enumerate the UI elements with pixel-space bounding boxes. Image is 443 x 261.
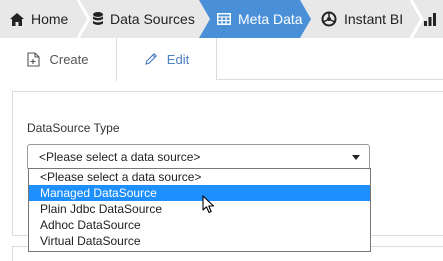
dropdown-option-managed[interactable]: Managed DataSource	[29, 185, 370, 201]
dropdown-option-adhoc[interactable]: Adhoc DataSource	[29, 217, 370, 233]
chevron-down-icon	[352, 155, 360, 160]
mouse-cursor-icon	[202, 195, 216, 220]
dropdown-option-plain-jdbc[interactable]: Plain Jdbc DataSource	[29, 201, 370, 217]
breadcrumb-meta-data[interactable]: Meta Data	[217, 0, 303, 38]
pencil-icon	[144, 52, 158, 66]
tab-edit-label: Edit	[166, 51, 190, 67]
tab-create[interactable]: Create	[0, 38, 117, 81]
dropdown-option-virtual[interactable]: Virtual DataSource	[29, 233, 370, 249]
home-icon	[10, 12, 24, 26]
create-doc-icon	[27, 52, 41, 67]
breadcrumb-home[interactable]: Home	[10, 0, 68, 38]
breadcrumb-next[interactable]	[424, 0, 443, 38]
datasource-type-selected-value: <Please select a data source>	[39, 150, 201, 164]
datasource-type-dropdown: <Please select a data source> Managed Da…	[28, 168, 371, 252]
breadcrumb-data-sources-label: Data Sources	[110, 11, 195, 27]
breadcrumb-meta-data-label: Meta Data	[238, 11, 303, 27]
table-icon	[217, 13, 231, 25]
breadcrumb-instant-bi-label: Instant BI	[344, 11, 404, 27]
chart-wheel-icon	[321, 11, 337, 27]
dropdown-option-placeholder[interactable]: <Please select a data source>	[29, 169, 370, 185]
breadcrumb: Home Data Sources Meta Data Instant BI	[0, 0, 443, 38]
tab-edit[interactable]: Edit	[117, 38, 217, 80]
breadcrumb-home-label: Home	[31, 11, 69, 27]
database-icon	[93, 12, 103, 26]
breadcrumb-instant-bi[interactable]: Instant BI	[321, 0, 403, 38]
breadcrumb-data-sources[interactable]: Data Sources	[93, 0, 195, 38]
datasource-type-select[interactable]: <Please select a data source>	[27, 144, 370, 170]
tab-bar: Create Edit	[0, 38, 443, 81]
tab-create-label: Create	[49, 52, 89, 67]
datasource-type-label: DataSource Type	[27, 121, 120, 135]
bar-chart-icon	[424, 12, 438, 26]
